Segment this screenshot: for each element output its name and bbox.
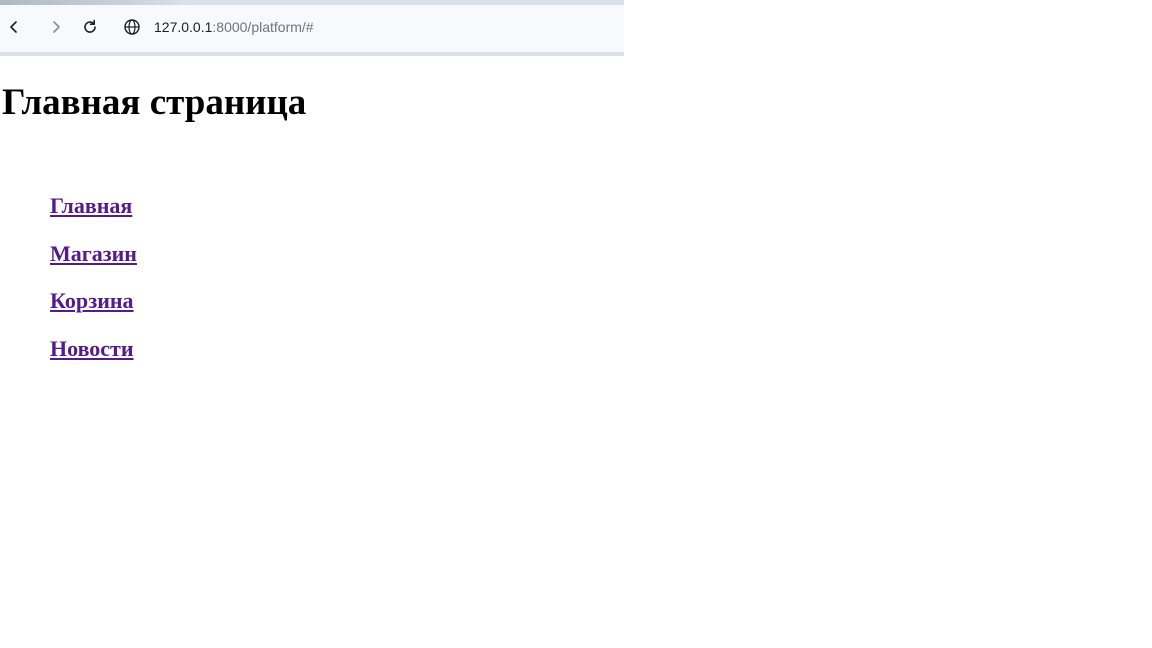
browser-chrome: 127.0.0.1:8000/platform/# — [0, 0, 624, 56]
nav-item: Новости — [50, 335, 137, 383]
address-bar[interactable]: 127.0.0.1:8000/platform/# — [112, 11, 624, 43]
main-nav: Главная Магазин Корзина Новости — [50, 192, 137, 382]
reload-button[interactable] — [76, 13, 104, 41]
nav-item: Главная — [50, 192, 137, 240]
nav-item: Магазин — [50, 240, 137, 288]
back-button[interactable] — [0, 13, 28, 41]
arrow-left-icon — [10, 21, 17, 33]
browser-toolbar: 127.0.0.1:8000/platform/# — [0, 5, 624, 52]
nav-item: Корзина — [50, 287, 137, 335]
url-path: :8000/platform/# — [212, 19, 314, 35]
nav-link-shop[interactable]: Магазин — [50, 241, 137, 266]
site-info-button[interactable] — [118, 13, 146, 41]
page-content: Главная страница Главная Магазин Корзина… — [0, 56, 1152, 648]
page-title: Главная страница — [2, 82, 307, 123]
globe-icon — [124, 19, 140, 35]
nav-link-news[interactable]: Новости — [50, 336, 134, 361]
forward-button[interactable] — [42, 13, 70, 41]
nav-link-cart[interactable]: Корзина — [50, 288, 134, 313]
reload-icon — [84, 19, 96, 33]
arrow-right-icon — [53, 21, 60, 33]
nav-link-home[interactable]: Главная — [50, 193, 132, 218]
url-text[interactable]: 127.0.0.1:8000/platform/# — [154, 19, 314, 35]
url-host: 127.0.0.1 — [154, 19, 213, 35]
